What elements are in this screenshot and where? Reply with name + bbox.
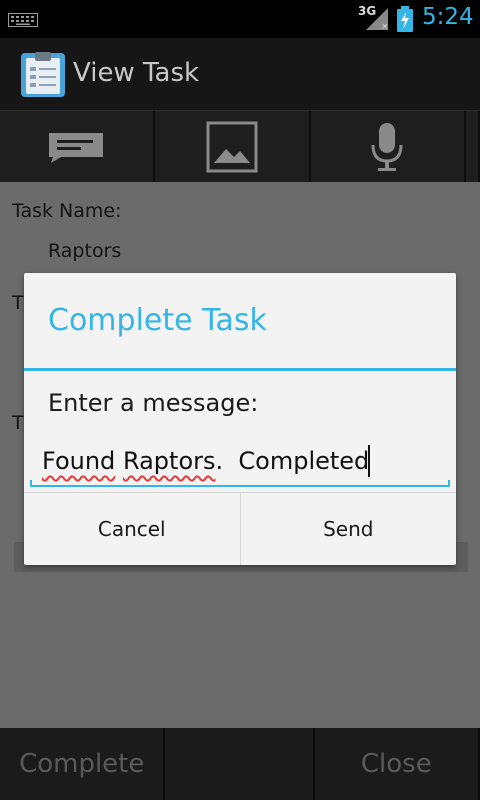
send-button[interactable]: Send bbox=[239, 493, 457, 565]
tab-overflow-edge bbox=[466, 111, 480, 182]
action-bar: View Task bbox=[0, 38, 480, 110]
bottom-spacer bbox=[165, 728, 315, 800]
task-field-label-2: T bbox=[12, 292, 24, 314]
keyboard-icon bbox=[8, 13, 38, 27]
tab-message[interactable] bbox=[0, 111, 156, 182]
tab-voice[interactable] bbox=[311, 111, 466, 182]
status-bar: 3G × 5:24 bbox=[0, 0, 480, 38]
dialog-buttons: Cancel Send bbox=[24, 492, 456, 565]
dialog-title: Complete Task bbox=[48, 303, 267, 338]
tool-tabs bbox=[0, 110, 480, 182]
close-button[interactable]: Close bbox=[315, 728, 480, 800]
task-name-value: Raptors bbox=[48, 240, 122, 262]
input-text-rest: . Completed bbox=[215, 447, 370, 475]
message-icon bbox=[48, 132, 103, 163]
microphone-icon bbox=[371, 122, 403, 171]
dialog-title-divider bbox=[24, 368, 456, 371]
battery-charging-icon bbox=[397, 6, 413, 32]
svg-text:×: × bbox=[381, 22, 389, 32]
misspelled-word: Found bbox=[42, 447, 116, 475]
image-icon bbox=[206, 121, 258, 172]
clipboard-icon[interactable] bbox=[20, 50, 66, 98]
message-input-value: Found Raptors. Completed bbox=[42, 447, 369, 475]
clock: 5:24 bbox=[422, 4, 474, 30]
complete-button[interactable]: Complete bbox=[0, 728, 166, 800]
misspelled-word: Raptors bbox=[122, 447, 216, 475]
text-cursor bbox=[368, 445, 370, 477]
dialog-prompt: Enter a message: bbox=[48, 389, 259, 417]
complete-task-dialog: Complete Task Enter a message: Found Rap… bbox=[24, 273, 456, 565]
signal-icon: × bbox=[366, 8, 389, 32]
tab-image[interactable] bbox=[155, 111, 311, 182]
message-input[interactable]: Found Raptors. Completed bbox=[30, 441, 450, 487]
cancel-button[interactable]: Cancel bbox=[24, 493, 240, 565]
input-underline bbox=[30, 480, 450, 487]
task-name-label: Task Name: bbox=[12, 200, 122, 222]
task-field-label-3: T bbox=[12, 412, 24, 434]
page-title: View Task bbox=[73, 58, 200, 88]
bottom-action-bar: Complete Close bbox=[0, 728, 480, 800]
